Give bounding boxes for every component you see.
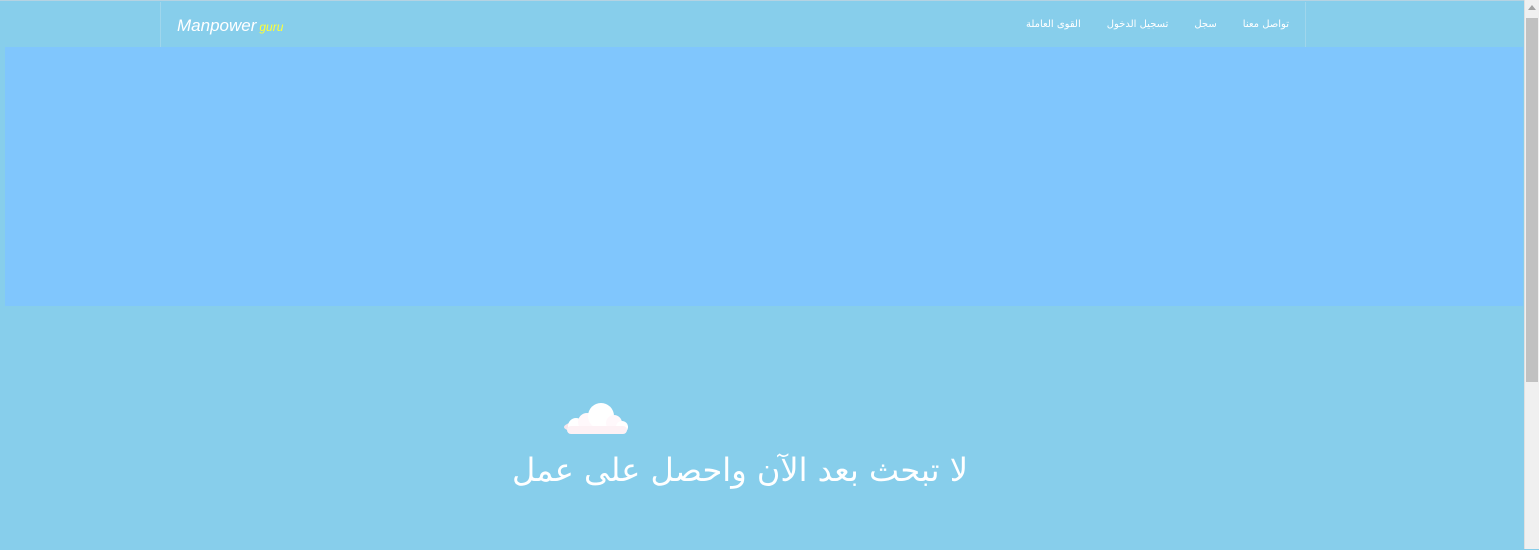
brand-main: Manpower: [177, 16, 257, 35]
vertical-scrollbar[interactable]: [1524, 0, 1539, 549]
nav-link-register[interactable]: سجل: [1194, 19, 1216, 30]
page: Manpower guru تواصل معنا سجل تسجيل الدخول…: [0, 0, 1524, 550]
hero-banner: [5, 47, 1523, 306]
cloud-icon: [564, 403, 628, 434]
nav-links: تواصل معنا سجل تسجيل الدخول القوى العامل…: [1026, 19, 1289, 30]
nav-link-login[interactable]: تسجيل الدخول: [1107, 19, 1169, 30]
brand-logo[interactable]: Manpower guru: [177, 16, 283, 36]
hero-tagline: لا تبحث بعد الآن واحصل على عمل: [512, 451, 968, 489]
brand-sub: guru: [259, 20, 284, 34]
nav-link-workforce[interactable]: القوى العاملة: [1026, 19, 1081, 30]
scroll-up-arrow-icon[interactable]: [1528, 5, 1536, 10]
nav-link-contact[interactable]: تواصل معنا: [1243, 19, 1289, 30]
scrollbar-thumb[interactable]: [1526, 18, 1538, 382]
navbar: Manpower guru تواصل معنا سجل تسجيل الدخول…: [160, 2, 1306, 47]
